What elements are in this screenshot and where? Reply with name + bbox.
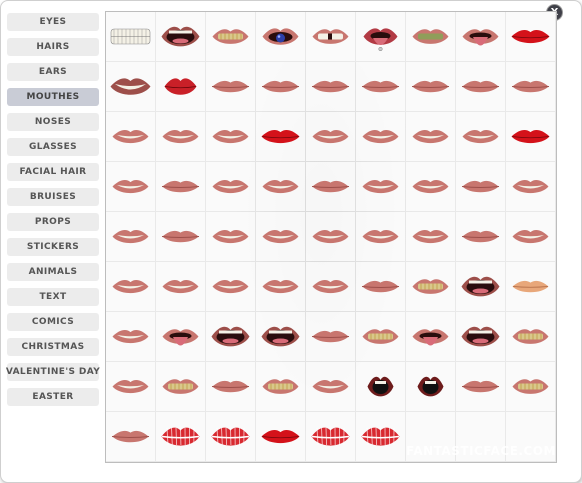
mouth-thumbnail-smile[interactable]: [206, 162, 255, 211]
mouth-thumbnail-closed[interactable]: [306, 62, 355, 111]
category-valentine-s-day[interactable]: VALENTINE'S DAY: [6, 363, 100, 381]
mouth-thumbnail-smile[interactable]: [106, 212, 155, 261]
mouth-thumbnail-smile[interactable]: [506, 212, 555, 261]
mouth-thumbnail-smile[interactable]: [106, 262, 155, 311]
category-comics[interactable]: COMICS: [7, 313, 99, 331]
mouth-thumbnail-smile[interactable]: [106, 162, 155, 211]
mouth-thumbnail-open-wide[interactable]: [456, 262, 505, 311]
mouth-thumbnail-smile[interactable]: [206, 212, 255, 261]
mouth-thumbnail-kiss-print[interactable]: [306, 412, 355, 461]
mouth-thumbnail-grin-gold[interactable]: [256, 362, 305, 411]
category-christmas[interactable]: CHRISTMAS: [7, 338, 99, 356]
mouth-thumbnail-tongue-ball[interactable]: [256, 12, 305, 61]
mouth-thumbnail-smile[interactable]: [406, 212, 455, 261]
site-watermark: FANTASTICFACE.COM: [406, 444, 556, 458]
mouth-thumbnail-closed[interactable]: [256, 62, 305, 111]
mouth-thumbnail-tongue-out[interactable]: [156, 312, 205, 361]
mouth-thumbnail-gap-grin[interactable]: [306, 12, 355, 61]
mouth-thumbnail-closed[interactable]: [356, 62, 405, 111]
mouth-thumbnail-smile[interactable]: [206, 112, 255, 161]
mouth-thumbnail-red-lips[interactable]: [256, 412, 305, 461]
mouth-thumbnail-dark-open[interactable]: [356, 362, 405, 411]
mouth-thumbnail-smile[interactable]: [256, 262, 305, 311]
mouth-thumbnail-grin-gold[interactable]: [206, 12, 255, 61]
mouth-thumbnail-pale-lips[interactable]: [506, 262, 555, 311]
category-hairs[interactable]: HAIRS: [7, 38, 99, 56]
category-text[interactable]: TEXT: [7, 288, 99, 306]
mouth-thumbnail-smile[interactable]: [306, 262, 355, 311]
mouth-thumbnail-dark-open[interactable]: [406, 362, 455, 411]
mouth-thumbnail-red-pout[interactable]: [156, 62, 205, 111]
mouth-thumbnail-closed[interactable]: [456, 362, 505, 411]
mouth-thumbnail-teeth-only[interactable]: [106, 12, 155, 61]
mouth-thumbnail-smile[interactable]: [306, 112, 355, 161]
mouth-thumbnail-open-wide[interactable]: [156, 12, 205, 61]
mouth-thumbnail-smile[interactable]: [406, 112, 455, 161]
mouth-thumbnail-open-wide[interactable]: [206, 312, 255, 361]
mouth-thumbnail-tongue-piercing[interactable]: [356, 12, 405, 61]
mouth-thumbnail-open-wide[interactable]: [256, 312, 305, 361]
mouth-thumbnail-smile[interactable]: [106, 112, 155, 161]
mouth-thumbnail-big-smile[interactable]: [106, 62, 155, 111]
category-ears[interactable]: EARS: [7, 63, 99, 81]
mouth-thumbnail-smile[interactable]: [256, 162, 305, 211]
category-mouthes[interactable]: MOUTHES: [7, 88, 99, 106]
mouth-thumbnail-closed[interactable]: [206, 62, 255, 111]
mouth-thumbnail-smile[interactable]: [356, 112, 405, 161]
category-glasses[interactable]: GLASSES: [7, 138, 99, 156]
mouth-thumbnail-closed[interactable]: [306, 162, 355, 211]
mouth-thumbnail-kiss-print[interactable]: [156, 412, 205, 461]
mouth-thumbnail-smile[interactable]: [206, 262, 255, 311]
mouth-thumbnail-closed[interactable]: [506, 62, 555, 111]
mouth-thumbnail-smile[interactable]: [356, 162, 405, 211]
mouth-thumbnail-kiss-print[interactable]: [206, 412, 255, 461]
category-noses[interactable]: NOSES: [7, 113, 99, 131]
mouth-thumbnail-smile[interactable]: [306, 212, 355, 261]
category-animals[interactable]: ANIMALS: [7, 263, 99, 281]
mouth-thumbnail-smile[interactable]: [356, 212, 405, 261]
mouth-grid: [106, 12, 555, 461]
mouth-thumbnail-closed[interactable]: [456, 212, 505, 261]
mouth-thumbnail-closed[interactable]: [106, 412, 155, 461]
mouth-thumbnail-smile[interactable]: [456, 112, 505, 161]
category-bruises[interactable]: BRUISES: [7, 188, 99, 206]
category-props[interactable]: PROPS: [7, 213, 99, 231]
mouth-gallery: FANTASTICFACE.COM: [105, 11, 557, 463]
mouth-thumbnail-smile[interactable]: [106, 312, 155, 361]
mouth-thumbnail-open-wide[interactable]: [456, 312, 505, 361]
category-eyes[interactable]: EYES: [7, 13, 99, 31]
mouth-picker-panel: EYES HAIRS EARS MOUTHES NOSES GLASSES FACIAL H…: [0, 0, 582, 483]
mouth-thumbnail-grin-gold[interactable]: [506, 362, 555, 411]
mouth-thumbnail-closed[interactable]: [156, 162, 205, 211]
mouth-thumbnail-grin-gold[interactable]: [506, 312, 555, 361]
mouth-thumbnail-closed[interactable]: [356, 262, 405, 311]
mouth-thumbnail-closed[interactable]: [406, 62, 455, 111]
mouth-thumbnail-smile[interactable]: [406, 162, 455, 211]
mouth-thumbnail-red-lips[interactable]: [256, 112, 305, 161]
mouth-thumbnail-smile[interactable]: [506, 162, 555, 211]
mouth-thumbnail-smile[interactable]: [156, 112, 205, 161]
category-facial-hair[interactable]: FACIAL HAIR: [7, 163, 99, 181]
mouth-thumbnail-smile[interactable]: [256, 212, 305, 261]
category-stickers[interactable]: STICKERS: [7, 238, 99, 256]
mouth-thumbnail-smile[interactable]: [106, 362, 155, 411]
mouth-thumbnail-closed[interactable]: [306, 312, 355, 361]
mouth-thumbnail-tongue-out[interactable]: [456, 12, 505, 61]
category-sidebar: EYES HAIRS EARS MOUTHES NOSES GLASSES FACIAL H…: [6, 13, 100, 413]
mouth-thumbnail-grin-gold[interactable]: [156, 362, 205, 411]
mouth-thumbnail-grin-green[interactable]: [406, 12, 455, 61]
mouth-thumbnail-red-lips[interactable]: [506, 12, 555, 61]
mouth-thumbnail-closed[interactable]: [456, 62, 505, 111]
mouth-thumbnail-closed[interactable]: [206, 362, 255, 411]
mouth-thumbnail-grin-gold[interactable]: [406, 262, 455, 311]
mouth-thumbnail-closed[interactable]: [456, 162, 505, 211]
mouth-thumbnail-smile[interactable]: [306, 362, 355, 411]
mouth-thumbnail-grin-gold[interactable]: [356, 312, 405, 361]
mouth-thumbnail-closed[interactable]: [156, 212, 205, 261]
category-easter[interactable]: EASTER: [7, 388, 99, 406]
mouth-thumbnail-tongue-out[interactable]: [406, 312, 455, 361]
mouth-thumbnail-smile[interactable]: [156, 262, 205, 311]
mouth-thumbnail-kiss-print[interactable]: [356, 412, 405, 461]
mouth-thumbnail-red-lips[interactable]: [506, 112, 555, 161]
